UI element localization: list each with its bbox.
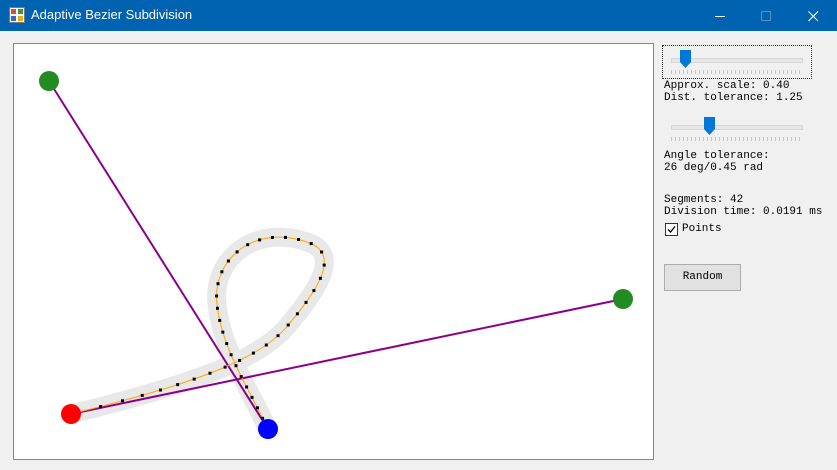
bezier-view[interactable]	[14, 44, 653, 459]
control-panel: Approx. scale: 0.40 Dist. tolerance: 1.2…	[662, 44, 832, 464]
close-button[interactable]	[790, 0, 836, 31]
segment-point	[284, 235, 287, 239]
segment-point	[286, 323, 290, 327]
segment-point	[216, 282, 220, 286]
approx-scale-slider[interactable]	[662, 45, 812, 79]
start-point[interactable]	[61, 404, 81, 424]
control-point-1[interactable]	[613, 289, 633, 309]
segment-point	[218, 318, 222, 322]
angle-tolerance-slider[interactable]	[663, 113, 811, 145]
segment-point	[226, 259, 230, 263]
segment-point	[220, 270, 224, 274]
minimize-icon	[715, 16, 725, 17]
window-title: Adaptive Bezier Subdivision	[31, 7, 193, 22]
segment-point	[261, 416, 265, 420]
points-label: Points	[682, 223, 722, 235]
segment-point	[297, 238, 300, 241]
segment-point	[320, 250, 324, 254]
curve-halo	[61, 227, 334, 439]
segment-point	[256, 406, 259, 410]
segment-point	[276, 334, 280, 338]
app-icon	[9, 7, 25, 23]
segment-point	[176, 383, 180, 387]
title-bar: Adaptive Bezier Subdivision	[0, 0, 837, 31]
segment-point	[245, 385, 249, 389]
segment-point	[159, 388, 162, 392]
segment-point	[270, 236, 274, 239]
segment-point	[295, 312, 299, 316]
checkbox-box[interactable]	[665, 223, 678, 236]
drawing-canvas[interactable]	[13, 43, 654, 460]
segment-point	[215, 294, 219, 298]
slider-thumb[interactable]	[680, 50, 691, 68]
maximize-button[interactable]	[743, 0, 789, 31]
segment-point	[238, 358, 242, 362]
slider-ticks	[671, 70, 803, 74]
segment-point	[216, 306, 219, 310]
segment-point	[250, 395, 254, 399]
segment-point	[318, 276, 322, 280]
control-line-start	[70, 298, 624, 415]
segment-point	[192, 377, 196, 381]
segment-point	[223, 365, 227, 369]
segment-point	[121, 399, 124, 403]
slider-track	[671, 125, 803, 130]
segment-point	[264, 343, 268, 347]
segment-point	[99, 405, 103, 409]
segment-point	[225, 342, 229, 346]
slider-thumb[interactable]	[704, 117, 715, 135]
segment-point	[234, 364, 238, 368]
segment-point	[239, 375, 243, 378]
close-icon	[808, 11, 819, 22]
segment-point	[208, 371, 212, 375]
segment-point	[246, 243, 250, 247]
segment-point	[309, 242, 313, 246]
segment-point	[258, 238, 262, 242]
control-point-2[interactable]	[39, 71, 59, 91]
segment-point	[221, 330, 225, 334]
approx-scale-text: Approx. scale: 0.40 Dist. tolerance: 1.2…	[664, 80, 803, 104]
segment-point	[251, 351, 255, 355]
end-point[interactable]	[258, 419, 278, 439]
angle-tolerance-text: Angle tolerance: 26 deg/0.45 rad	[664, 150, 770, 174]
segment-point	[235, 250, 239, 254]
stats-text: Segments: 42 Division time: 0.0191 ms	[664, 194, 823, 218]
segment-point	[304, 300, 308, 304]
segment-point	[229, 353, 233, 357]
slider-ticks	[671, 137, 803, 141]
checkmark-icon	[667, 226, 676, 233]
segment-point	[140, 393, 144, 397]
segment-point	[312, 289, 316, 293]
minimize-button[interactable]	[697, 0, 743, 31]
segment-point	[322, 263, 326, 267]
random-button[interactable]: Random	[664, 264, 741, 291]
maximize-icon	[761, 11, 771, 21]
